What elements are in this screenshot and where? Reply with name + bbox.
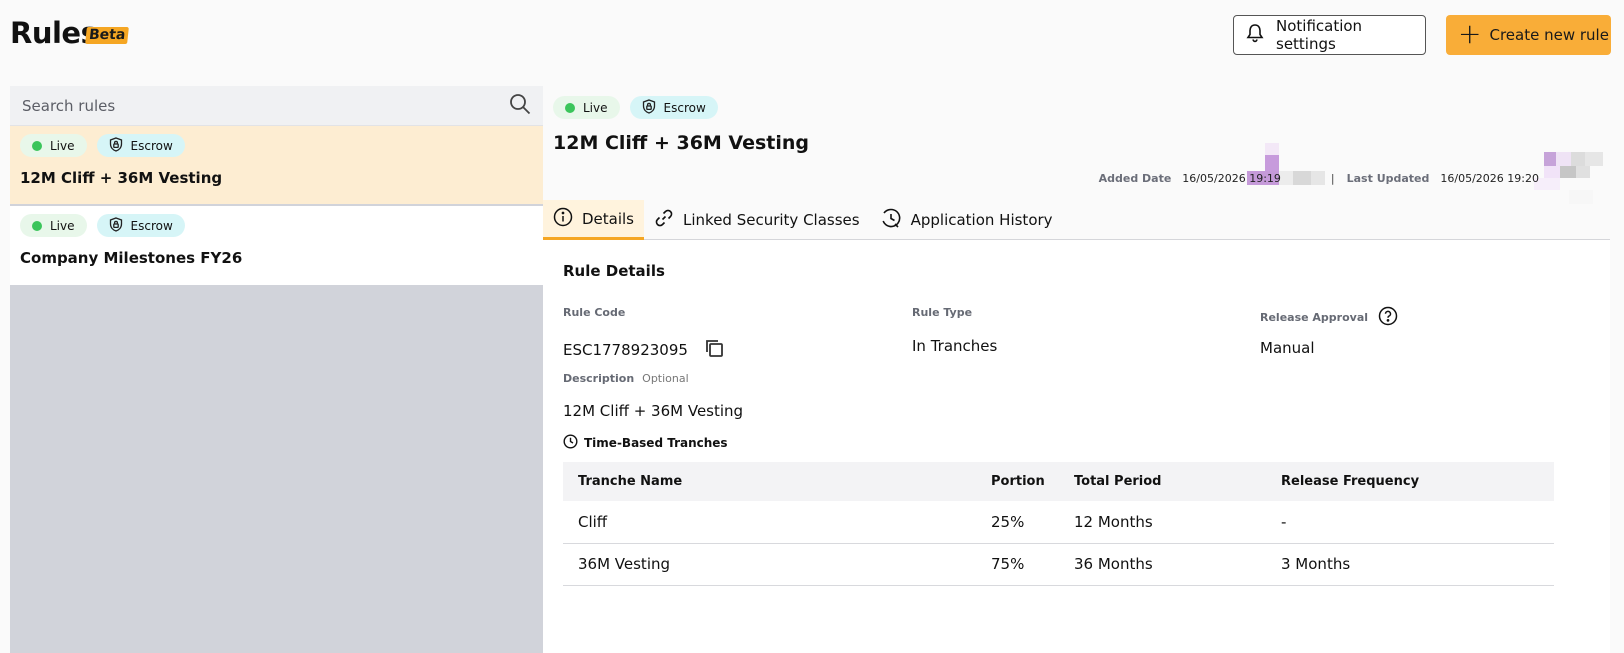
column-header: Total Period — [1059, 462, 1266, 501]
table-row: Cliff 25% 12 Months - — [563, 501, 1554, 544]
table-header-row: Tranche Name Portion Total Period Releas… — [563, 462, 1554, 501]
release-approval-value: Manual — [1260, 339, 1315, 357]
rule-detail-panel: Live Escrow 12M Cliff + 36M Vesting Adde… — [543, 86, 1624, 653]
create-new-rule-button[interactable]: + Create new rule — [1446, 15, 1611, 55]
table-cell: 36 Months — [1059, 543, 1266, 586]
section-title: Rule Details — [563, 262, 665, 280]
create-new-rule-label: Create new rule — [1489, 26, 1609, 44]
type-badge: Escrow — [629, 96, 718, 119]
rule-type-label: Rule Type — [912, 306, 973, 319]
help-icon[interactable] — [1378, 306, 1398, 329]
notification-settings-button[interactable]: Notification settings — [1233, 15, 1426, 55]
link-icon — [654, 208, 674, 232]
page-title: Rules — [10, 16, 98, 50]
tranches-heading: Time-Based Tranches — [563, 434, 728, 452]
rule-list-item[interactable]: Live Escrow 12M Cliff + 36M Vesting — [10, 126, 543, 204]
table-cell: 25% — [976, 501, 1059, 544]
last-updated-label: Last Updated — [1346, 172, 1430, 185]
table-cell: - — [1266, 501, 1554, 544]
rule-name: 12M Cliff + 36M Vesting — [20, 169, 223, 187]
rule-code-label: Rule Code — [563, 306, 626, 319]
detail-tabs: Details Linked Security Classes Applicat… — [543, 200, 1610, 240]
avatar — [1247, 143, 1325, 199]
column-header: Release Frequency — [1266, 462, 1554, 501]
status-badge: Live — [20, 214, 87, 237]
notification-settings-label: Notification settings — [1276, 17, 1363, 53]
page-header: Rules Beta Notification settings + Creat… — [0, 0, 1624, 84]
description-label: Description Optional — [563, 372, 689, 385]
detail-badges: Live Escrow — [553, 96, 718, 119]
column-header: Tranche Name — [563, 462, 976, 501]
table-cell: 3 Months — [1266, 543, 1554, 586]
search-input[interactable] — [22, 96, 509, 115]
added-date: 16/05/2026 19:19 — [1182, 172, 1281, 185]
optional-label: Optional — [642, 372, 689, 385]
status-badge: Live — [553, 96, 620, 119]
rule-name: Company Milestones FY26 — [20, 249, 243, 267]
last-updated: 16/05/2026 19:20 — [1440, 172, 1539, 185]
clock-icon — [563, 434, 578, 452]
shield-lock-icon — [642, 98, 656, 117]
tab-linked-security-classes[interactable]: Linked Security Classes — [644, 200, 870, 240]
release-approval-field: Release Approval — [1260, 306, 1398, 329]
search-bar — [10, 86, 543, 126]
copy-icon[interactable] — [704, 338, 724, 362]
table-cell: 36M Vesting — [563, 543, 976, 586]
live-dot-icon — [565, 102, 575, 113]
tab-details[interactable]: Details — [543, 200, 645, 240]
type-badge: Escrow — [96, 214, 185, 237]
info-icon — [553, 207, 573, 231]
history-icon — [880, 207, 902, 233]
plus-icon: + — [1458, 16, 1482, 50]
bell-icon — [1246, 23, 1264, 47]
live-dot-icon — [32, 140, 42, 151]
release-approval-label: Release Approval — [1260, 311, 1369, 324]
tranches-table: Tranche Name Portion Total Period Releas… — [563, 462, 1554, 586]
rules-list-panel: Live Escrow 12M Cliff + 36M Vesting Live — [10, 86, 543, 653]
status-badge: Live — [20, 134, 87, 157]
added-date-label: Added Date — [1098, 172, 1172, 185]
beta-badge: Beta — [85, 27, 130, 44]
table-row: 36M Vesting 75% 36 Months 3 Months — [563, 543, 1554, 586]
live-dot-icon — [32, 220, 42, 231]
table-cell: 12 Months — [1059, 501, 1266, 544]
meta-separator: | — [1330, 172, 1335, 185]
table-cell: Cliff — [563, 501, 976, 544]
rule-meta: Added Date 16/05/2026 19:19 | Last Updat… — [1099, 172, 1539, 185]
table-cell: 75% — [976, 543, 1059, 586]
search-icon[interactable] — [509, 93, 531, 119]
column-header: Portion — [976, 462, 1059, 501]
tab-application-history[interactable]: Application History — [870, 200, 1063, 240]
shield-lock-icon — [109, 216, 123, 235]
rule-details-card: Rule Details Rule Code ESC1778923095 Rul… — [543, 240, 1610, 653]
description-value: 12M Cliff + 36M Vesting — [563, 402, 744, 420]
rule-type-value: In Tranches — [912, 337, 998, 355]
rule-code-field: ESC1778923095 — [563, 338, 724, 362]
rule-title: 12M Cliff + 36M Vesting — [553, 132, 810, 154]
shield-lock-icon — [109, 136, 123, 155]
rule-list-item[interactable]: Live Escrow Company Milestones FY26 — [10, 206, 543, 285]
rule-code-value: ESC1778923095 — [563, 341, 688, 359]
type-badge: Escrow — [96, 134, 185, 157]
